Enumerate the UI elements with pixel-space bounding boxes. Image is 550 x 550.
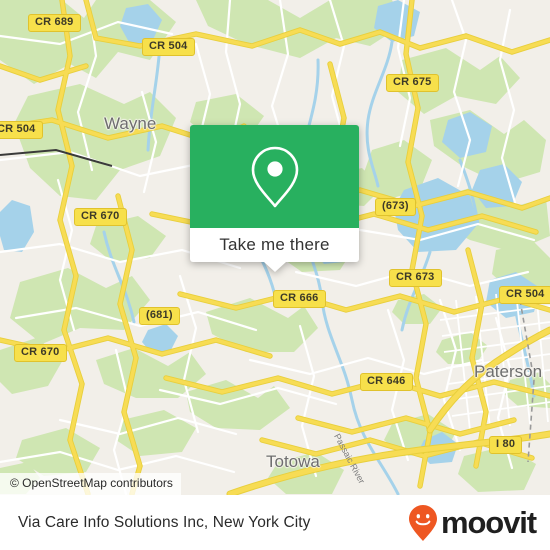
location-title: Via Care Info Solutions Inc, New York Ci…	[18, 513, 311, 531]
moovit-smiley-pin-icon	[408, 504, 437, 541]
take-me-there-label: Take me there	[219, 235, 330, 254]
moovit-wordmark: moovit	[440, 505, 537, 540]
openstreetmap-attribution[interactable]: © OpenStreetMap contributors	[0, 473, 181, 495]
route-shield-cr-670-upper[interactable]: CR 670	[74, 208, 127, 226]
place-label-totowa: Totowa	[266, 452, 320, 471]
location-pin-icon	[251, 146, 298, 207]
route-shield-673[interactable]: (673)	[375, 198, 416, 216]
route-shield-cr-646[interactable]: CR 646	[360, 373, 413, 391]
route-shield-cr-675[interactable]: CR 675	[386, 74, 439, 92]
map-canvas[interactable]: Wayne Paterson Totowa Passaic River CR 6…	[0, 0, 550, 495]
footer-bar: Via Care Info Solutions Inc, New York Ci…	[0, 495, 550, 550]
route-shield-cr-666[interactable]: CR 666	[273, 290, 326, 308]
place-label-wayne: Wayne	[104, 114, 157, 133]
popup-header	[190, 125, 359, 228]
moovit-map-screenshot: Wayne Paterson Totowa Passaic River CR 6…	[0, 0, 550, 550]
popup-footer[interactable]: Take me there	[190, 228, 359, 272]
place-label-paterson: Paterson	[474, 362, 543, 381]
route-shield-cr-670-lower[interactable]: CR 670	[14, 344, 67, 362]
route-shield-cr-689[interactable]: CR 689	[28, 14, 81, 32]
route-shield-cr-673[interactable]: CR 673	[389, 269, 442, 287]
take-me-there-popup[interactable]: Take me there	[190, 125, 359, 272]
route-shield-cr-504-left[interactable]: CR 504	[0, 121, 43, 139]
popup-tail-pointer	[263, 262, 286, 272]
moovit-logo[interactable]: moovit	[408, 504, 537, 542]
route-shield-681[interactable]: (681)	[139, 307, 180, 325]
route-shield-cr-504-top[interactable]: CR 504	[142, 38, 195, 56]
route-shield-cr-504-right[interactable]: CR 504	[499, 286, 550, 304]
route-shield-i-80[interactable]: I 80	[489, 436, 523, 454]
